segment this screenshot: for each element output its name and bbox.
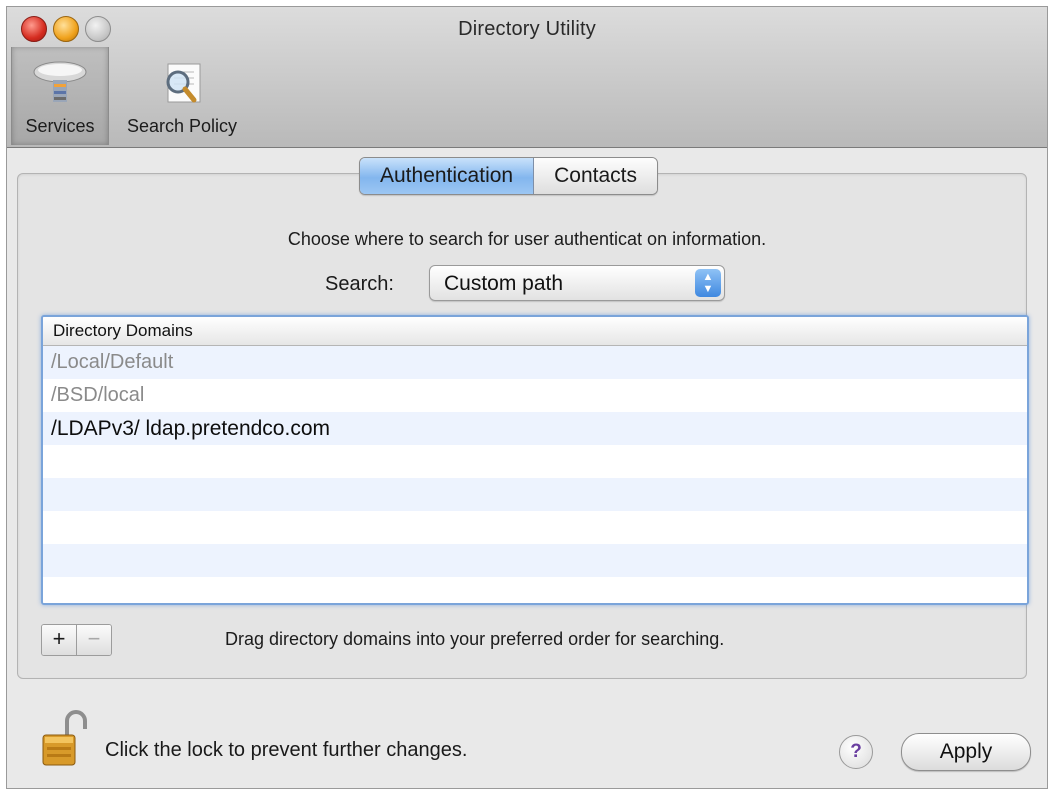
toolbar: Directory Utility Services Search Policy bbox=[7, 7, 1047, 148]
column-header-directory-domains[interactable]: Directory Domains bbox=[43, 317, 1027, 346]
toolbar-item-search-policy[interactable]: Search Policy bbox=[113, 47, 251, 145]
table-body: /Local/Default /BSD/local /LDAPv3/ ldap.… bbox=[43, 346, 1027, 603]
toolbar-item-services[interactable]: Services bbox=[11, 47, 109, 145]
lock-text: Click the lock to prevent further change… bbox=[105, 739, 468, 761]
search-popup[interactable]: Custom path ▲ ▼ bbox=[429, 265, 725, 301]
search-policy-icon bbox=[166, 63, 201, 103]
table-row bbox=[43, 544, 1027, 577]
remove-domain-button[interactable]: − bbox=[76, 625, 111, 655]
table-row bbox=[43, 478, 1027, 511]
tab-bar: Authentication Contacts bbox=[359, 157, 658, 195]
toolbar-label-services: Services bbox=[25, 116, 95, 136]
popup-arrows-icon: ▲ ▼ bbox=[695, 269, 721, 297]
window-title: Directory Utility bbox=[458, 18, 596, 40]
instruction-text: Choose where to search for user authenti… bbox=[287, 229, 767, 249]
lock-icon[interactable] bbox=[41, 709, 87, 767]
add-domain-button[interactable]: + bbox=[42, 625, 76, 655]
add-remove-control: + − bbox=[41, 624, 112, 656]
table-row bbox=[43, 577, 1027, 603]
help-button[interactable]: ? bbox=[839, 735, 873, 769]
search-popup-value: Custom path bbox=[444, 272, 564, 295]
table-row[interactable]: /LDAPv3/ ldap.pretendco.com bbox=[43, 412, 1027, 445]
search-row: Search: Custom path ▲ ▼ bbox=[7, 265, 1047, 301]
table-row bbox=[43, 511, 1027, 544]
order-hint-text: Drag directory domains into your preferr… bbox=[225, 629, 725, 649]
apply-button[interactable]: Apply bbox=[901, 733, 1031, 771]
table-row[interactable]: /BSD/local bbox=[43, 379, 1027, 412]
services-icon bbox=[33, 61, 87, 102]
tab-authentication[interactable]: Authentication bbox=[360, 158, 535, 194]
tab-contacts[interactable]: Contacts bbox=[534, 158, 657, 194]
table-row[interactable]: /Local/Default bbox=[43, 346, 1027, 379]
toolbar-label-search-policy: Search Policy bbox=[126, 116, 238, 136]
directory-domains-table[interactable]: Directory Domains /Local/Default /BSD/lo… bbox=[41, 315, 1029, 605]
directory-utility-window: Directory Utility Services Search Policy… bbox=[6, 6, 1048, 789]
table-row bbox=[43, 445, 1027, 478]
search-label: Search: bbox=[325, 273, 394, 295]
